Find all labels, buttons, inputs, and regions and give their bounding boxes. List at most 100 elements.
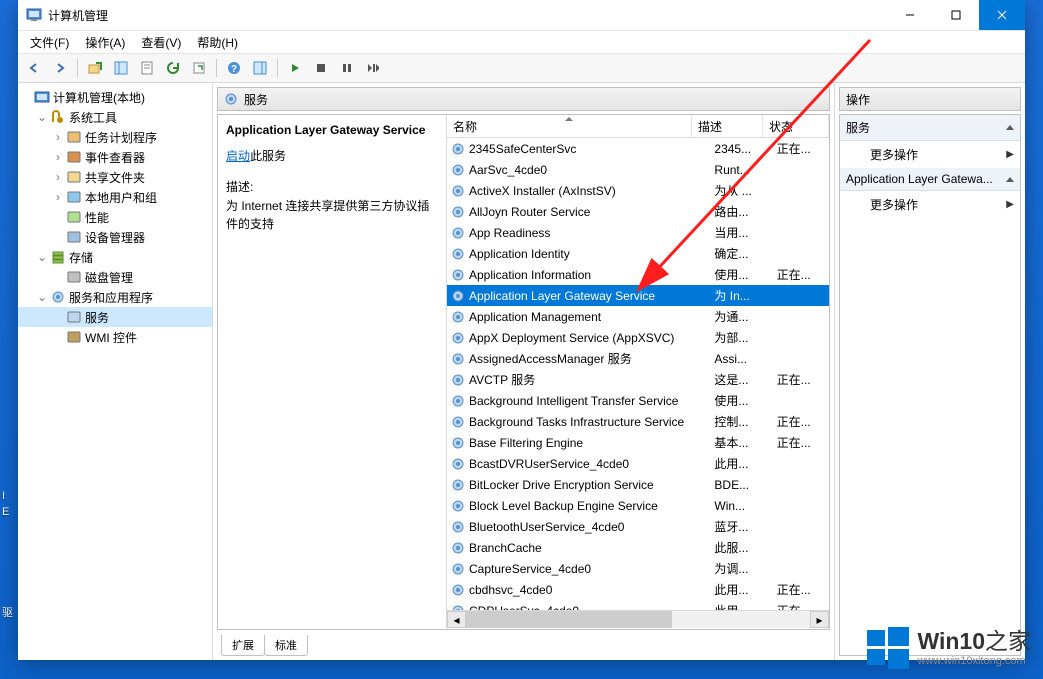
- export-list-button[interactable]: [187, 56, 211, 80]
- list-body[interactable]: 2345SafeCenterSvc2345...正在...AarSvc_4cde…: [447, 138, 829, 610]
- service-row[interactable]: Background Intelligent Transfer Service使…: [447, 390, 829, 411]
- service-row[interactable]: AppX Deployment Service (AppXSVC)为部...: [447, 327, 829, 348]
- service-row[interactable]: Application Layer Gateway Service为 In...: [447, 285, 829, 306]
- service-desc: 路由...: [710, 203, 772, 220]
- tree-node-label: WMI 控件: [85, 329, 137, 346]
- service-row[interactable]: BitLocker Drive Encryption ServiceBDE...: [447, 474, 829, 495]
- service-row[interactable]: Application Management为通...: [447, 306, 829, 327]
- tree-item-系统工具-4[interactable]: 性能: [18, 207, 212, 227]
- actions-more-selected[interactable]: 更多操作 ▶: [840, 191, 1020, 218]
- maximize-button[interactable]: [933, 0, 979, 30]
- scroll-left-button[interactable]: ◂: [447, 611, 466, 628]
- service-row[interactable]: BluetoothUserService_4cde0蓝牙...: [447, 516, 829, 537]
- tree-item-存储-0[interactable]: 磁盘管理: [18, 267, 212, 287]
- service-row[interactable]: Background Tasks Infrastructure Service控…: [447, 411, 829, 432]
- tree-item-系统工具-0[interactable]: ›任务计划程序: [18, 127, 212, 147]
- service-row[interactable]: ActiveX Installer (AxInstSV)为从 ...: [447, 180, 829, 201]
- description-text: 为 Internet 连接共享提供第三方协议插件的支持: [226, 197, 436, 233]
- service-row[interactable]: AssignedAccessManager 服务Assi...: [447, 348, 829, 369]
- menu-view[interactable]: 查看(V): [133, 32, 189, 53]
- tree-twisty[interactable]: ›: [52, 130, 64, 144]
- restart-service-button[interactable]: [361, 56, 385, 80]
- service-row[interactable]: AllJoyn Router Service路由...: [447, 201, 829, 222]
- actions-header: 操作: [839, 87, 1021, 111]
- tree-twisty[interactable]: ›: [52, 190, 64, 204]
- scroll-right-button[interactable]: ▸: [810, 611, 829, 628]
- service-row[interactable]: CaptureService_4cde0为调...: [447, 558, 829, 579]
- back-button[interactable]: [22, 56, 46, 80]
- tree-twisty[interactable]: ⌄: [36, 250, 48, 264]
- tree-twisty[interactable]: ›: [52, 170, 64, 184]
- service-row[interactable]: App Readiness当用...: [447, 222, 829, 243]
- service-row[interactable]: AVCTP 服务这是...正在...: [447, 369, 829, 390]
- menu-action[interactable]: 操作(A): [77, 32, 133, 53]
- tab-extended[interactable]: 扩展: [221, 635, 265, 656]
- close-button[interactable]: [979, 0, 1025, 30]
- service-row[interactable]: cbdhsvc_4cde0此用...正在...: [447, 579, 829, 600]
- column-status[interactable]: 状态: [763, 115, 829, 137]
- forward-button[interactable]: [48, 56, 72, 80]
- show-hide-action-pane-button[interactable]: [248, 56, 272, 80]
- tree-group-1[interactable]: ⌄存储: [18, 247, 212, 267]
- column-name[interactable]: 名称: [447, 115, 692, 137]
- gear-icon: [451, 247, 465, 261]
- refresh-button[interactable]: [161, 56, 185, 80]
- service-row[interactable]: Application Identity确定...: [447, 243, 829, 264]
- service-row[interactable]: CDPUserSvc_4cde0此用...正在...: [447, 600, 829, 610]
- service-row[interactable]: Block Level Backup Engine ServiceWin...: [447, 495, 829, 516]
- pause-service-button[interactable]: [335, 56, 359, 80]
- service-desc: 基本...: [710, 434, 772, 451]
- gear-icon: [451, 562, 465, 576]
- scroll-track[interactable]: [466, 611, 810, 628]
- scroll-thumb[interactable]: [466, 611, 672, 628]
- chevron-right-icon: ▶: [1006, 199, 1014, 210]
- tree-item-服务和应用程序-1[interactable]: WMI 控件: [18, 327, 212, 347]
- minimize-button[interactable]: [887, 0, 933, 30]
- column-description[interactable]: 描述: [692, 115, 763, 137]
- tree-item-系统工具-2[interactable]: ›共享文件夹: [18, 167, 212, 187]
- service-row[interactable]: 2345SafeCenterSvc2345...正在...: [447, 138, 829, 159]
- service-row[interactable]: Base Filtering Engine基本...正在...: [447, 432, 829, 453]
- tree-twisty[interactable]: ›: [52, 150, 64, 164]
- view-tabs: 扩展 标准: [217, 634, 830, 656]
- service-row[interactable]: AarSvc_4cde0Runt...: [447, 159, 829, 180]
- center-header-title: 服务: [244, 91, 268, 108]
- service-name: Block Level Backup Engine Service: [469, 499, 658, 513]
- tree-group-2[interactable]: ⌄服务和应用程序: [18, 287, 212, 307]
- tree-item-系统工具-3[interactable]: ›本地用户和组: [18, 187, 212, 207]
- tree-node-icon: [66, 229, 82, 245]
- properties-button[interactable]: [135, 56, 159, 80]
- titlebar[interactable]: 计算机管理: [18, 0, 1025, 31]
- tree-item-系统工具-1[interactable]: ›事件查看器: [18, 147, 212, 167]
- menu-help[interactable]: 帮助(H): [189, 32, 246, 53]
- service-desc: 这是...: [710, 371, 772, 388]
- service-name: Application Identity: [469, 247, 570, 261]
- tree-item-服务和应用程序-0[interactable]: 服务: [18, 307, 212, 327]
- service-name: AppX Deployment Service (AppXSVC): [469, 331, 674, 345]
- menu-file[interactable]: 文件(F): [22, 32, 77, 53]
- tree-group-0[interactable]: ⌄系统工具: [18, 107, 212, 127]
- service-row[interactable]: BcastDVRUserService_4cde0此用...: [447, 453, 829, 474]
- help-button[interactable]: ?: [222, 56, 246, 80]
- show-hide-console-tree-button[interactable]: [109, 56, 133, 80]
- start-service-button[interactable]: [283, 56, 307, 80]
- tab-standard[interactable]: 标准: [264, 635, 308, 656]
- gear-icon: [451, 499, 465, 513]
- stop-service-button[interactable]: [309, 56, 333, 80]
- service-desc: 为调...: [710, 560, 772, 577]
- up-button[interactable]: [83, 56, 107, 80]
- actions-section-selected-service[interactable]: Application Layer Gatewa...: [840, 168, 1020, 191]
- list-header[interactable]: 名称 描述 状态: [447, 115, 829, 138]
- tree-twisty[interactable]: ⌄: [36, 290, 48, 304]
- actions-more-services[interactable]: 更多操作 ▶: [840, 141, 1020, 168]
- tree-twisty[interactable]: ⌄: [36, 110, 48, 124]
- horizontal-scrollbar[interactable]: ◂ ▸: [447, 610, 829, 629]
- service-desc: 此服...: [710, 539, 772, 556]
- start-service-link[interactable]: 启动: [226, 149, 250, 163]
- service-row[interactable]: Application Information使用...正在...: [447, 264, 829, 285]
- tree-item-系统工具-5[interactable]: 设备管理器: [18, 227, 212, 247]
- service-row[interactable]: BranchCache此服...: [447, 537, 829, 558]
- tree-root[interactable]: 计算机管理(本地): [18, 87, 212, 107]
- actions-section-services[interactable]: 服务: [840, 115, 1020, 141]
- console-tree[interactable]: 计算机管理(本地)⌄系统工具›任务计划程序›事件查看器›共享文件夹›本地用户和组…: [18, 83, 213, 660]
